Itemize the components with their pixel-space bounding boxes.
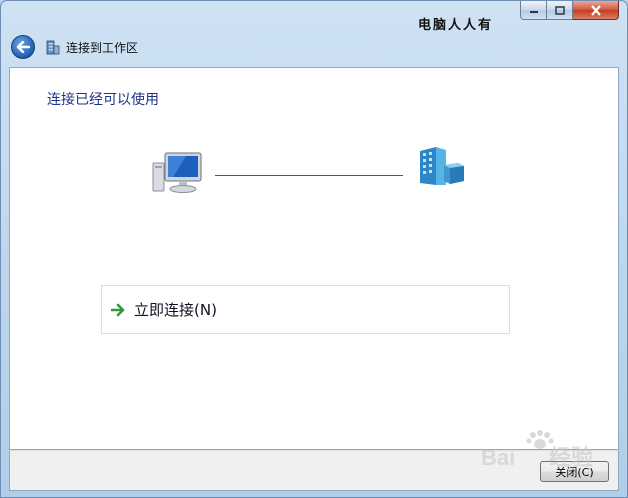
close-window-button[interactable] [573, 1, 619, 20]
connect-now-label: 立即连接(N) [134, 301, 217, 319]
content-area: 连接已经可以使用 立即连接(N) [9, 67, 619, 450]
workplace-icon [46, 40, 60, 55]
connection-line [215, 175, 403, 176]
computer-icon [152, 152, 202, 193]
minimize-icon [529, 11, 538, 13]
connect-now-option[interactable]: 立即连接(N) [101, 285, 510, 334]
window-title: 连接到工作区 [66, 40, 139, 55]
minimize-button[interactable] [520, 1, 547, 20]
watermark-top-text: 电脑人人有 [418, 18, 494, 33]
caption-buttons [520, 1, 619, 20]
maximize-button[interactable] [547, 1, 573, 20]
back-button[interactable] [11, 35, 35, 59]
back-arrow-icon [16, 41, 30, 53]
close-icon [590, 4, 601, 16]
watermark-text-jingyan: 经验 [549, 445, 593, 470]
window: 电脑人人有 连接到工作区 连接已经可以使用 立即连接(N) 关闭(C) Bai … [0, 0, 628, 498]
maximize-icon [554, 5, 565, 15]
nav-row: 连接到工作区 [11, 34, 138, 60]
watermark-text-bai: Bai [481, 445, 515, 470]
workplace-network-icon [420, 147, 464, 185]
green-arrow-icon [111, 303, 125, 316]
page-heading: 连接已经可以使用 [47, 92, 159, 108]
baidu-watermark-logo: Bai 经验 [481, 430, 593, 470]
